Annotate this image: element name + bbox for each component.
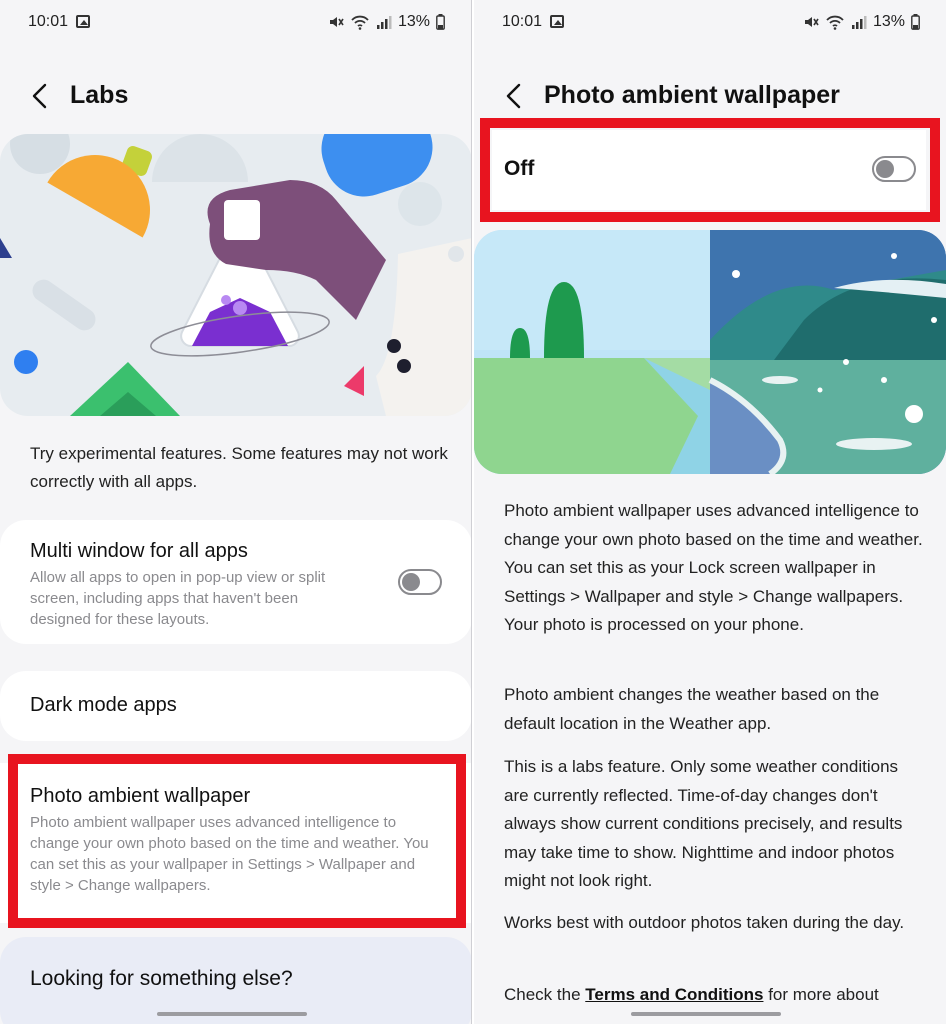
status-bar: 10:01 13%: [474, 10, 946, 36]
multi-window-desc: Allow all apps to open in pop-up view or…: [30, 569, 326, 628]
battery-icon: [911, 14, 920, 30]
flask-hand-illustration: [0, 134, 471, 416]
status-icons: 13%: [803, 13, 920, 31]
home-indicator: [631, 1012, 781, 1016]
day-night-landscape-image: [474, 230, 946, 474]
back-arrow-icon[interactable]: [28, 82, 52, 110]
multi-window-toggle[interactable]: [398, 569, 442, 595]
dark-mode-apps-title: Dark mode apps: [30, 694, 177, 716]
battery-level: 13%: [397, 13, 430, 30]
gallery-notification-icon: [76, 15, 90, 28]
wallpaper-preview: [474, 230, 946, 474]
signal-icon: [851, 16, 867, 29]
status-time: 10:01: [28, 13, 69, 30]
description-paragraph-2: Photo ambient changes the weather based …: [504, 685, 880, 733]
app-bar: Labs: [0, 78, 471, 114]
wifi-icon: [351, 15, 369, 30]
photo-ambient-wallpaper-screen: 10:01 13% Photo ambient wallpaper Off Ph…: [474, 0, 946, 1024]
status-icons: 13%: [328, 13, 445, 31]
battery-icon: [436, 14, 445, 30]
back-arrow-icon[interactable]: [502, 82, 526, 110]
terms-prefix: Check the: [504, 985, 586, 1004]
labs-intro-text: Try experimental features. Some features…: [30, 444, 448, 491]
labs-illustration: [0, 134, 471, 416]
mute-icon: [329, 17, 344, 27]
status-bar: 10:01 13%: [0, 10, 471, 36]
multi-window-title: Multi window for all apps: [30, 540, 248, 562]
labs-screen: 10:01 13% Labs Try experimental features…: [0, 0, 472, 1024]
battery-level: 13%: [872, 13, 905, 30]
page-title: Photo ambient wallpaper: [544, 81, 840, 109]
multi-window-card[interactable]: Multi window for all apps Allow all apps…: [0, 520, 471, 644]
mute-icon: [804, 17, 819, 27]
description-paragraph-3: This is a labs feature. Only some weathe…: [504, 757, 903, 890]
gallery-notification-icon: [550, 15, 564, 28]
terms-and-conditions-link[interactable]: Terms and Conditions: [585, 985, 763, 1004]
looking-for-something-else-card[interactable]: Looking for something else?: [0, 937, 471, 1024]
description-paragraph-1: Photo ambient wallpaper uses advanced in…: [504, 501, 923, 634]
dark-mode-apps-card[interactable]: Dark mode apps: [0, 671, 471, 741]
highlight-box: [8, 754, 466, 928]
home-indicator: [157, 1012, 307, 1016]
wifi-icon: [826, 15, 844, 30]
looking-for-title: Looking for something else?: [30, 967, 293, 990]
terms-suffix: for more about: [763, 985, 879, 1004]
terms-paragraph: Check the Terms and Conditions for more …: [504, 981, 924, 1010]
signal-icon: [376, 16, 392, 29]
description-paragraph-4: Works best with outdoor photos taken dur…: [504, 913, 905, 932]
highlight-box: [480, 118, 940, 222]
app-bar: Photo ambient wallpaper: [474, 78, 946, 114]
toggle-knob: [402, 573, 420, 591]
page-title: Labs: [70, 81, 129, 109]
status-time: 10:01: [502, 13, 543, 30]
